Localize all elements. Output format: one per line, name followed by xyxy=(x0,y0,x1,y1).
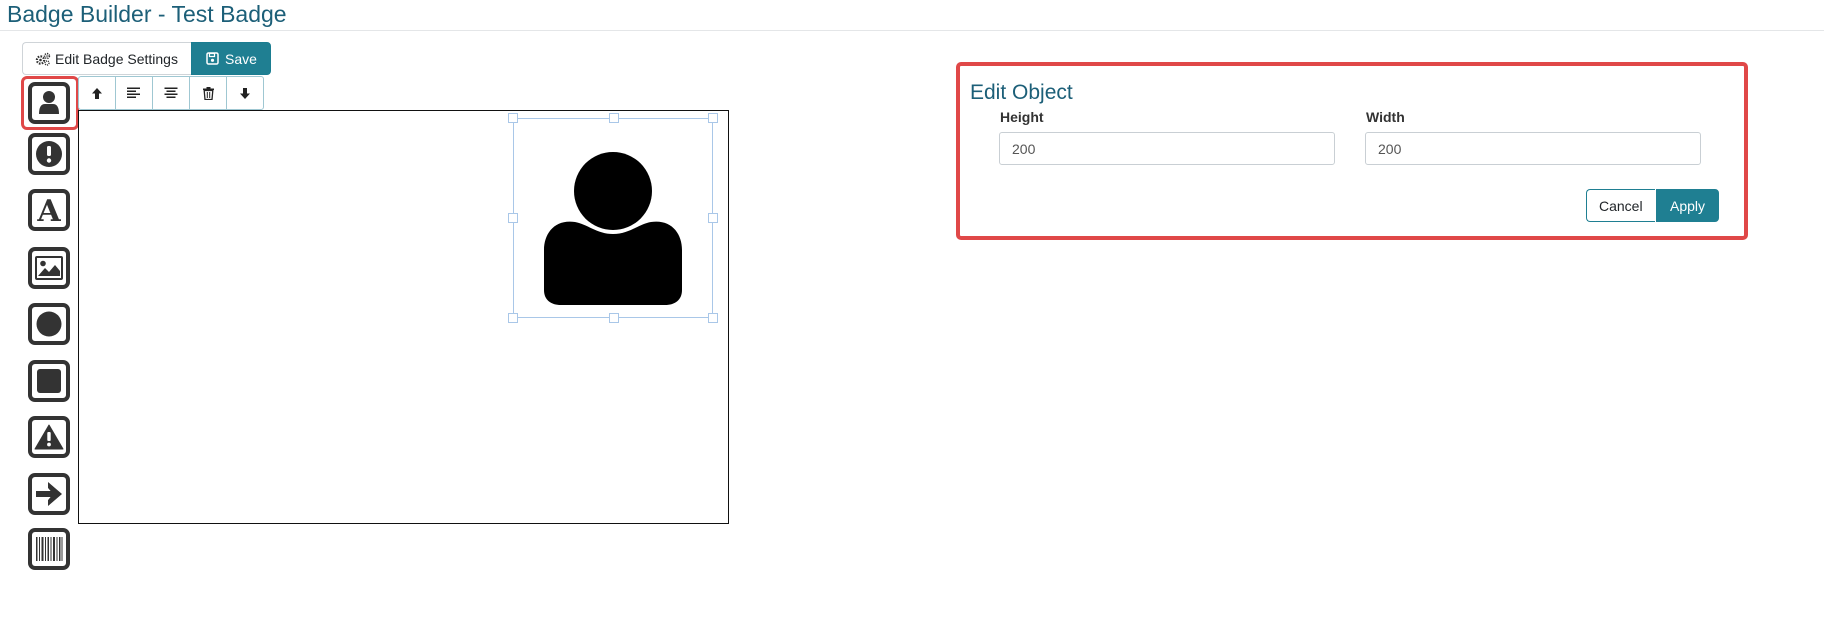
align-center-button[interactable] xyxy=(152,76,190,110)
text-tool[interactable]: A xyxy=(28,189,70,231)
cancel-button[interactable]: Cancel xyxy=(1586,189,1655,222)
user-icon xyxy=(544,152,682,305)
height-input[interactable] xyxy=(999,132,1335,165)
svg-text:A: A xyxy=(36,195,61,225)
width-input[interactable] xyxy=(1365,132,1701,165)
letter-a-icon: A xyxy=(36,195,61,225)
bring-forward-button[interactable] xyxy=(78,76,116,110)
image-tool[interactable] xyxy=(28,247,70,289)
resize-handle-w[interactable] xyxy=(508,213,518,223)
arrow-tool[interactable] xyxy=(28,473,70,515)
width-label: Width xyxy=(1366,109,1405,125)
object-toolbar xyxy=(78,76,264,110)
edit-object-panel: Edit Object Height Width Cancel Apply xyxy=(956,62,1748,240)
edit-object-title: Edit Object xyxy=(970,81,1073,104)
warning-tool[interactable] xyxy=(28,416,70,458)
image-icon xyxy=(35,256,63,280)
circle-tool[interactable] xyxy=(28,303,70,345)
edit-badge-settings-button[interactable]: Edit Badge Settings xyxy=(22,42,191,75)
gears-icon xyxy=(35,52,51,66)
warning-triangle-icon xyxy=(34,424,64,450)
edit-badge-settings-label: Edit Badge Settings xyxy=(55,50,178,67)
align-center-icon xyxy=(164,87,178,98)
delete-button[interactable] xyxy=(189,76,227,110)
save-button[interactable]: Save xyxy=(190,42,271,75)
badge-canvas[interactable] xyxy=(78,110,729,524)
square-tool[interactable] xyxy=(28,360,70,402)
align-left-button[interactable] xyxy=(115,76,153,110)
height-label: Height xyxy=(1000,109,1044,125)
badge-toolbar: Edit Badge Settings Save xyxy=(22,42,271,75)
save-label: Save xyxy=(224,50,257,67)
selected-object[interactable] xyxy=(508,113,718,323)
resize-handle-ne[interactable] xyxy=(708,113,718,123)
resize-handle-se[interactable] xyxy=(708,313,718,323)
arrow-right-icon xyxy=(36,482,62,506)
resize-handle-sw[interactable] xyxy=(508,313,518,323)
resize-handle-n[interactable] xyxy=(609,113,619,123)
send-backward-button[interactable] xyxy=(226,76,264,110)
user-photo-tool[interactable] xyxy=(28,82,70,124)
exclamation-circle-icon xyxy=(36,141,62,167)
square-icon xyxy=(37,369,61,393)
apply-button[interactable]: Apply xyxy=(1656,189,1720,222)
arrow-up-icon xyxy=(92,87,102,99)
circle-icon xyxy=(36,311,62,337)
alert-tool[interactable] xyxy=(28,133,70,175)
user-icon xyxy=(39,91,59,114)
resize-handle-nw[interactable] xyxy=(508,113,518,123)
arrow-down-icon xyxy=(240,87,250,99)
resize-handle-e[interactable] xyxy=(708,213,718,223)
title-divider xyxy=(0,30,1824,31)
align-left-icon xyxy=(127,87,140,98)
floppy-disk-icon xyxy=(206,52,219,65)
resize-handle-s[interactable] xyxy=(609,313,619,323)
page-title: Badge Builder - Test Badge xyxy=(7,1,287,27)
trash-icon xyxy=(202,86,214,100)
barcode-tool[interactable] xyxy=(28,528,70,570)
barcode-icon xyxy=(36,537,63,561)
